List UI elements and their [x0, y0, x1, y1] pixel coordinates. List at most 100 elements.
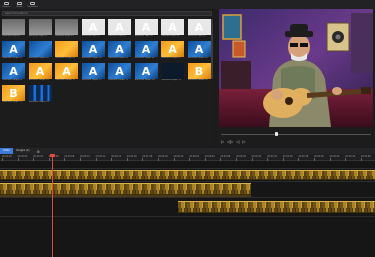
transition-thumbnail: A: [108, 19, 131, 35]
playhead-handle[interactable]: [50, 154, 55, 157]
track-divider: [0, 197, 375, 198]
library-scrollbar[interactable]: [211, 19, 213, 79]
transition-caption: Transition Wipe 01: [2, 35, 21, 37]
transition-tile[interactable]: A Transition Fade 03: [134, 19, 158, 39]
clip-waveform: [178, 208, 375, 212]
transition-tile[interactable]: A Transition simple 05: [108, 41, 131, 61]
transition-thumbnail: [28, 85, 52, 101]
media-button[interactable]: Media: [13, 0, 26, 9]
transition-caption: Transition simple 11: [55, 79, 76, 81]
preview-scrubber[interactable]: [221, 134, 371, 135]
transition-thumbnail: A: [81, 41, 105, 57]
transition-tile[interactable]: A Transition simple 14: [134, 63, 158, 83]
transition-caption: Transition simple 06: [134, 57, 155, 59]
step-forward-icon[interactable]: ▷: [242, 139, 245, 145]
transition-thumbnail: A: [161, 19, 184, 35]
transition-tile[interactable]: Transition Wipe 02: [28, 19, 52, 39]
transition-thumbnail: [28, 19, 52, 35]
search-input[interactable]: Search transitions: [2, 11, 212, 16]
transition-caption: Transition Wipe 02: [28, 35, 47, 37]
zoom-icon[interactable]: ⊕: [36, 149, 39, 154]
transitions-label: Transitions: [27, 5, 38, 8]
transition-tile[interactable]: A Transition simple 06: [134, 41, 158, 61]
timeline-clip[interactable]: [0, 170, 375, 180]
transition-thumbnail: [55, 19, 78, 35]
projects-label: Projects: [2, 5, 11, 8]
ruler-tick-label: 00:00:20: [158, 155, 168, 158]
transition-tile[interactable]: A Transition Fade 04: [161, 19, 184, 39]
ruler-tick-label: 00:00:02: [17, 155, 28, 158]
transition-caption: Transition simple 15: [161, 79, 182, 81]
ruler-tick-label: 00:00:16: [126, 155, 137, 158]
transitions-button[interactable]: Transitions: [26, 0, 39, 9]
transition-tile[interactable]: Transition Wipe 01: [2, 19, 25, 39]
transition-tile[interactable]: A Transition Fade 02: [108, 19, 131, 39]
video-preview[interactable]: [219, 9, 373, 127]
transition-tile[interactable]: A Transition simple 07: [161, 41, 184, 61]
transition-thumbnail: A: [81, 63, 105, 79]
timeline-clip[interactable]: [178, 201, 375, 213]
transition-tile[interactable]: Transition simple 02: [28, 41, 52, 61]
play-icon[interactable]: ▷: [221, 139, 224, 145]
ruler-tick-label: 00:00:38: [298, 155, 309, 158]
transition-caption: Transition simple 17: [2, 101, 23, 103]
transition-tile[interactable]: A Transition simple 12: [81, 63, 105, 83]
transition-tile[interactable]: A Transition simple 11: [55, 63, 78, 83]
transition-caption: Transition simple 01: [2, 57, 23, 59]
folder-icon: [4, 1, 9, 5]
video-frame-image: [219, 9, 373, 127]
transition-thumbnail: [161, 63, 184, 79]
loop-icon[interactable]: ◁▷: [227, 139, 233, 145]
transition-caption: Transition Fade 01: [81, 35, 100, 37]
transition-thumbnail: A: [55, 63, 78, 79]
timeline-ruler[interactable]: 00:00:0000:00:0200:00:0400:00:0600:00:08…: [0, 154, 375, 161]
ruler-tick-label: 00:00:00: [2, 155, 12, 158]
transition-thumbnail: A: [108, 41, 131, 57]
ruler-tick-label: 00:00:36: [282, 155, 293, 158]
ruler-tick-label: 00:00:42: [329, 155, 340, 158]
transition-tile[interactable]: A Transition simple 01: [2, 41, 25, 61]
scrubber-handle[interactable]: [275, 132, 278, 136]
transition-thumbnail: [55, 41, 78, 57]
transition-tile[interactable]: Transition simple 15: [161, 63, 184, 83]
transitions-icon: [30, 1, 35, 5]
transition-tile[interactable]: A Transition Fade 01: [81, 19, 105, 39]
transition-tile[interactable]: Transition Wipe 03: [55, 19, 78, 39]
ruler-tick-label: 00:00:40: [314, 155, 324, 158]
transition-tile[interactable]: A Transition simple 09: [2, 63, 25, 83]
ruler-tick-label: 00:00:10: [80, 155, 90, 158]
transition-thumbnail: B: [187, 63, 211, 79]
ruler-tick-label: 00:00:26: [204, 155, 215, 158]
transition-caption: Transition simple 10: [28, 79, 49, 81]
transition-thumbnail: [28, 41, 52, 57]
transition-tile[interactable]: Transition simple 03: [55, 41, 78, 61]
ruler-tick-label: 00:00:24: [189, 155, 200, 158]
track-divider: [0, 181, 375, 182]
transition-tile[interactable]: B Transition simple 17: [2, 85, 25, 105]
ruler-tick-label: 00:00:44: [345, 155, 356, 158]
media-icon: [17, 1, 22, 5]
ruler-tick-label: 00:00:14: [111, 155, 122, 158]
transition-caption: Transition simple 18: [28, 101, 49, 103]
transition-tile[interactable]: A Transition simple 04: [81, 41, 105, 61]
projects-button[interactable]: Projects: [0, 0, 13, 9]
transition-thumbnail: A: [2, 41, 25, 57]
ruler-tick-label: 00:00:46: [360, 155, 371, 158]
clip-audio-strip: [0, 195, 251, 197]
transition-tile[interactable]: A Transition simple 13: [108, 63, 131, 83]
timeline-clip[interactable]: [0, 183, 251, 195]
transition-caption: Transition simple 07: [161, 57, 182, 59]
transition-thumbnail: A: [28, 63, 52, 79]
transition-tile[interactable]: A Transition Fade 05: [187, 19, 211, 39]
transition-caption: Transition simple 04: [81, 57, 102, 59]
playhead[interactable]: [52, 154, 53, 257]
transition-caption: Transition Wipe 03: [55, 35, 74, 37]
transition-tile[interactable]: A Transition simple 10: [28, 63, 52, 83]
timeline-tracks: [0, 161, 375, 257]
ruler-tick-label: 00:00:08: [64, 155, 75, 158]
transition-tile[interactable]: Transition simple 18: [28, 85, 52, 105]
step-back-icon[interactable]: ◁: [236, 139, 239, 145]
transition-caption: Transition simple 05: [108, 57, 129, 59]
transition-tile[interactable]: A Transition simple 08: [187, 41, 211, 61]
transition-tile[interactable]: B Transition simple 16: [187, 63, 211, 83]
